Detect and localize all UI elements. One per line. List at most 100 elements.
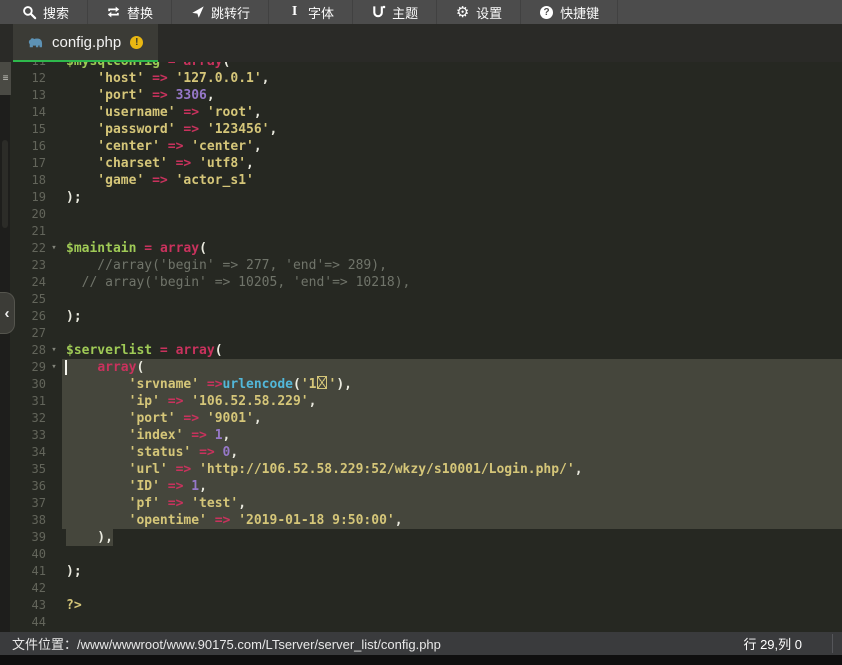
- code-line-24[interactable]: 24 // array('begin' => 10205, 'end'=> 10…: [0, 274, 842, 291]
- code-line-27[interactable]: 27: [0, 325, 842, 342]
- code-text: );: [62, 189, 842, 206]
- line-number: 14: [10, 104, 46, 121]
- fold-arrow-icon[interactable]: ▾: [46, 359, 62, 376]
- tab-config-php[interactable]: config.php !: [13, 24, 158, 62]
- code-token: ),: [336, 377, 352, 392]
- sidebar-mini-tab[interactable]: ≡: [0, 62, 11, 95]
- code-line-25[interactable]: 25: [0, 291, 842, 308]
- code-text: //array('begin' => 277, 'end'=> 289),: [62, 257, 842, 274]
- fold-gutter: [46, 393, 62, 410]
- code-line-18[interactable]: 18 'game' => 'actor_s1': [0, 172, 842, 189]
- code-line-41[interactable]: 41);: [0, 563, 842, 580]
- code-line-38[interactable]: 38 'opentime' => '2019-01-18 9:50:00',: [0, 512, 842, 529]
- code-line-36[interactable]: 36 'ID' => 1,: [0, 478, 842, 495]
- code-line-40[interactable]: 40: [0, 546, 842, 563]
- fold-arrow-icon[interactable]: ▾: [46, 240, 62, 257]
- code-line-44[interactable]: 44: [0, 614, 842, 631]
- sidebar-collapse-handle[interactable]: ‹: [0, 292, 15, 334]
- code-token: =>: [168, 139, 191, 154]
- code-token: ,: [254, 105, 262, 120]
- code-line-22[interactable]: 22▾$maintain = array(: [0, 240, 842, 257]
- shortcut-icon: ?: [539, 5, 554, 20]
- code-token: 'utf8': [199, 156, 246, 171]
- line-number: 15: [10, 121, 46, 138]
- code-line-34[interactable]: 34 'status' => 0,: [0, 444, 842, 461]
- fold-gutter: [46, 291, 62, 308]
- code-token: =>: [191, 428, 214, 443]
- selection-highlight: ),: [66, 529, 113, 546]
- code-line-19[interactable]: 19);: [0, 189, 842, 206]
- code-line-33[interactable]: 33 'index' => 1,: [0, 427, 842, 444]
- code-token: =>: [176, 462, 199, 477]
- code-line-35[interactable]: 35 'url' => 'http://106.52.58.229:52/wkz…: [0, 461, 842, 478]
- code-token: ,: [262, 71, 270, 86]
- code-text: [62, 325, 842, 342]
- code-line-31[interactable]: 31 'ip' => '106.52.58.229',: [0, 393, 842, 410]
- code-line-11[interactable]: 11▾$mysqlconfig = array(: [0, 62, 842, 70]
- code-token: 1: [215, 428, 223, 443]
- code-line-12[interactable]: 12 'host' => '127.0.0.1',: [0, 70, 842, 87]
- fold-gutter: [46, 580, 62, 597]
- line-number: 21: [10, 223, 46, 240]
- line-number: 41: [10, 563, 46, 580]
- code-token: 'test': [191, 496, 238, 511]
- code-line-28[interactable]: 28▾$serverlist = array(: [0, 342, 842, 359]
- code-line-32[interactable]: 32 'port' => '9001',: [0, 410, 842, 427]
- cursor-position: 行 29,列 0: [743, 634, 802, 653]
- code-text: ),: [62, 529, 842, 546]
- toolbar-button-search[interactable]: 搜索: [4, 0, 88, 24]
- code-line-14[interactable]: 14 'username' => 'root',: [0, 104, 842, 121]
- fold-arrow-icon[interactable]: ▾: [46, 62, 62, 70]
- code-text: 'charset' => 'utf8',: [62, 155, 842, 172]
- tab-filename: config.php: [52, 34, 121, 51]
- toolbar-button-shortcuts[interactable]: ? 快捷键: [521, 0, 618, 24]
- code-text: $mysqlconfig = array(: [62, 62, 842, 70]
- code-line-15[interactable]: 15 'password' => '123456',: [0, 121, 842, 138]
- code-line-39[interactable]: 39 ),: [0, 529, 842, 546]
- font-icon: I: [287, 5, 302, 20]
- line-number: 38: [10, 512, 46, 529]
- code-line-21[interactable]: 21: [0, 223, 842, 240]
- code-token: (: [199, 241, 207, 256]
- code-token: =>: [215, 513, 238, 528]
- toolbar-button-settings[interactable]: ⚙设置: [437, 0, 521, 24]
- code-token: =: [160, 62, 183, 69]
- code-line-17[interactable]: 17 'charset' => 'utf8',: [0, 155, 842, 172]
- code-line-29[interactable]: 29▾ array(: [0, 359, 842, 376]
- toolbar-button-label: 搜索: [43, 3, 69, 22]
- fold-gutter: [46, 155, 62, 172]
- code-line-42[interactable]: 42: [0, 580, 842, 597]
- code-token: =>: [152, 173, 175, 188]
- code-token: // array('begin' => 10205, 'end'=> 10218…: [66, 275, 410, 290]
- code-line-13[interactable]: 13 'port' => 3306,: [0, 87, 842, 104]
- code-text: 'port' => '9001',: [62, 410, 842, 427]
- code-token: 'pf': [66, 496, 168, 511]
- code-text: 'game' => 'actor_s1': [62, 172, 842, 189]
- editor-area[interactable]: 11▾$mysqlconfig = array(12 'host' => '12…: [0, 62, 842, 632]
- settings-icon: ⚙: [455, 5, 470, 20]
- code-line-26[interactable]: 26);: [0, 308, 842, 325]
- code-text: [62, 580, 842, 597]
- toolbar-button-label: 快捷键: [560, 3, 599, 22]
- code-token: '2019-01-18 9:50:00': [238, 513, 395, 528]
- code-line-37[interactable]: 37 'pf' => 'test',: [0, 495, 842, 512]
- line-number: 22: [10, 240, 46, 257]
- code-line-30[interactable]: 30 'srvname' =>urlencode('1'),: [0, 376, 842, 393]
- toolbar-button-replace[interactable]: 替换: [88, 0, 172, 24]
- line-number: 23: [10, 257, 46, 274]
- line-number: 33: [10, 427, 46, 444]
- toolbar-button-goto-line[interactable]: 跳转行: [172, 0, 269, 24]
- code-line-16[interactable]: 16 'center' => 'center',: [0, 138, 842, 155]
- toolbar-button-font[interactable]: I字体: [269, 0, 353, 24]
- code-token: array: [176, 343, 215, 358]
- code-text: ?>: [62, 597, 842, 614]
- toolbar-button-theme[interactable]: 主题: [353, 0, 437, 24]
- php-file-icon: [28, 35, 43, 50]
- code-line-23[interactable]: 23 //array('begin' => 277, 'end'=> 289),: [0, 257, 842, 274]
- code-line-43[interactable]: 43?>: [0, 597, 842, 614]
- strip-scroll-thumb[interactable]: [2, 140, 8, 228]
- code-text: 'opentime' => '2019-01-18 9:50:00',: [62, 512, 842, 529]
- code-text: array(: [62, 359, 842, 376]
- code-line-20[interactable]: 20: [0, 206, 842, 223]
- fold-arrow-icon[interactable]: ▾: [46, 342, 62, 359]
